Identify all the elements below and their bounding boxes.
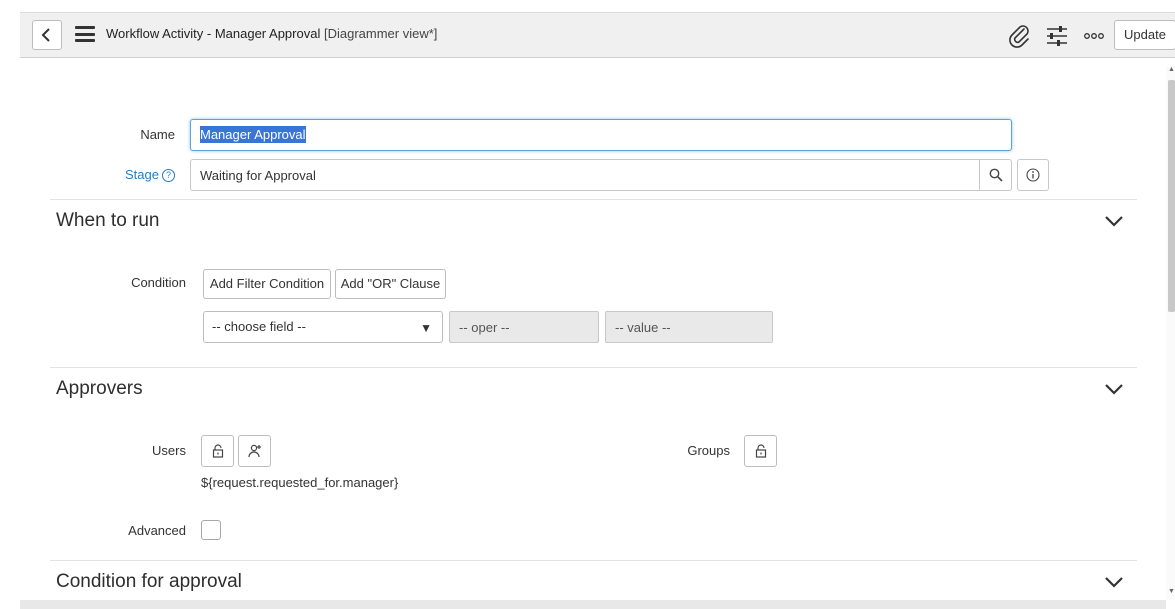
stage-info-button[interactable] — [1017, 159, 1049, 191]
lock-icon — [212, 444, 224, 458]
back-icon — [41, 28, 50, 42]
add-filter-condition-button[interactable]: Add Filter Condition — [203, 269, 331, 299]
stage-lookup-button[interactable] — [979, 159, 1012, 191]
menu-icon[interactable] — [75, 26, 95, 42]
choose-field-value: -- choose field -- — [212, 319, 306, 334]
users-value: ${request.requested_for.manager} — [201, 475, 399, 490]
stage-input[interactable]: Waiting for Approval — [190, 159, 980, 191]
section-title-approvers[interactable]: Approvers — [56, 378, 143, 400]
dropdown-arrow-icon: ▼ — [420, 321, 432, 335]
users-unlock-button[interactable] — [201, 435, 234, 467]
operator-select: -- oper -- — [449, 311, 599, 343]
horizontal-scrollbar[interactable] — [20, 600, 1166, 609]
advanced-checkbox[interactable] — [201, 520, 221, 540]
section-divider — [50, 560, 1137, 561]
section-divider — [50, 199, 1137, 200]
value-input: -- value -- — [605, 311, 773, 343]
search-icon — [989, 168, 1003, 182]
info-icon — [1026, 168, 1040, 182]
add-user-button[interactable] — [238, 435, 271, 467]
stage-label[interactable]: Stage? — [100, 167, 175, 182]
form-view-name: [Diagrammer view*] — [323, 26, 438, 41]
users-label: Users — [152, 443, 186, 458]
form-title-text: Workflow Activity - Manager Approval — [106, 26, 321, 41]
groups-label: Groups — [687, 443, 730, 458]
scroll-down-icon[interactable]: ▼ — [1168, 588, 1175, 595]
stage-label-text: Stage — [125, 167, 159, 182]
advanced-label: Advanced — [128, 523, 186, 538]
condition-label: Condition — [131, 275, 186, 290]
more-icon[interactable] — [1082, 24, 1106, 48]
chevron-down-icon[interactable] — [1104, 575, 1124, 589]
choose-field-select[interactable]: -- choose field -- ▼ — [203, 311, 443, 343]
add-or-clause-button[interactable]: Add "OR" Clause — [335, 269, 446, 299]
chevron-down-icon[interactable] — [1104, 382, 1124, 396]
form-title: Workflow Activity - Manager Approval [Di… — [106, 26, 437, 41]
name-label: Name — [140, 127, 175, 142]
paperclip-icon[interactable] — [1008, 24, 1032, 48]
chevron-down-icon[interactable] — [1104, 214, 1124, 228]
groups-unlock-button[interactable] — [744, 435, 777, 467]
add-user-icon — [248, 444, 261, 458]
scrollbar-thumb[interactable] — [1168, 80, 1175, 312]
section-title-condition-for-approval[interactable]: Condition for approval — [56, 571, 242, 593]
help-icon[interactable]: ? — [162, 169, 175, 182]
update-button[interactable]: Update — [1114, 20, 1175, 50]
name-input[interactable]: Manager Approval — [190, 119, 1012, 151]
lock-icon — [755, 444, 767, 458]
sliders-icon[interactable] — [1045, 24, 1069, 48]
scroll-up-icon[interactable]: ▲ — [1168, 66, 1175, 73]
form-header: Workflow Activity - Manager Approval [Di… — [20, 12, 1175, 58]
name-value: Manager Approval — [200, 126, 306, 143]
section-title-when-to-run[interactable]: When to run — [56, 210, 160, 232]
back-button[interactable] — [32, 20, 62, 50]
section-divider — [50, 367, 1137, 368]
